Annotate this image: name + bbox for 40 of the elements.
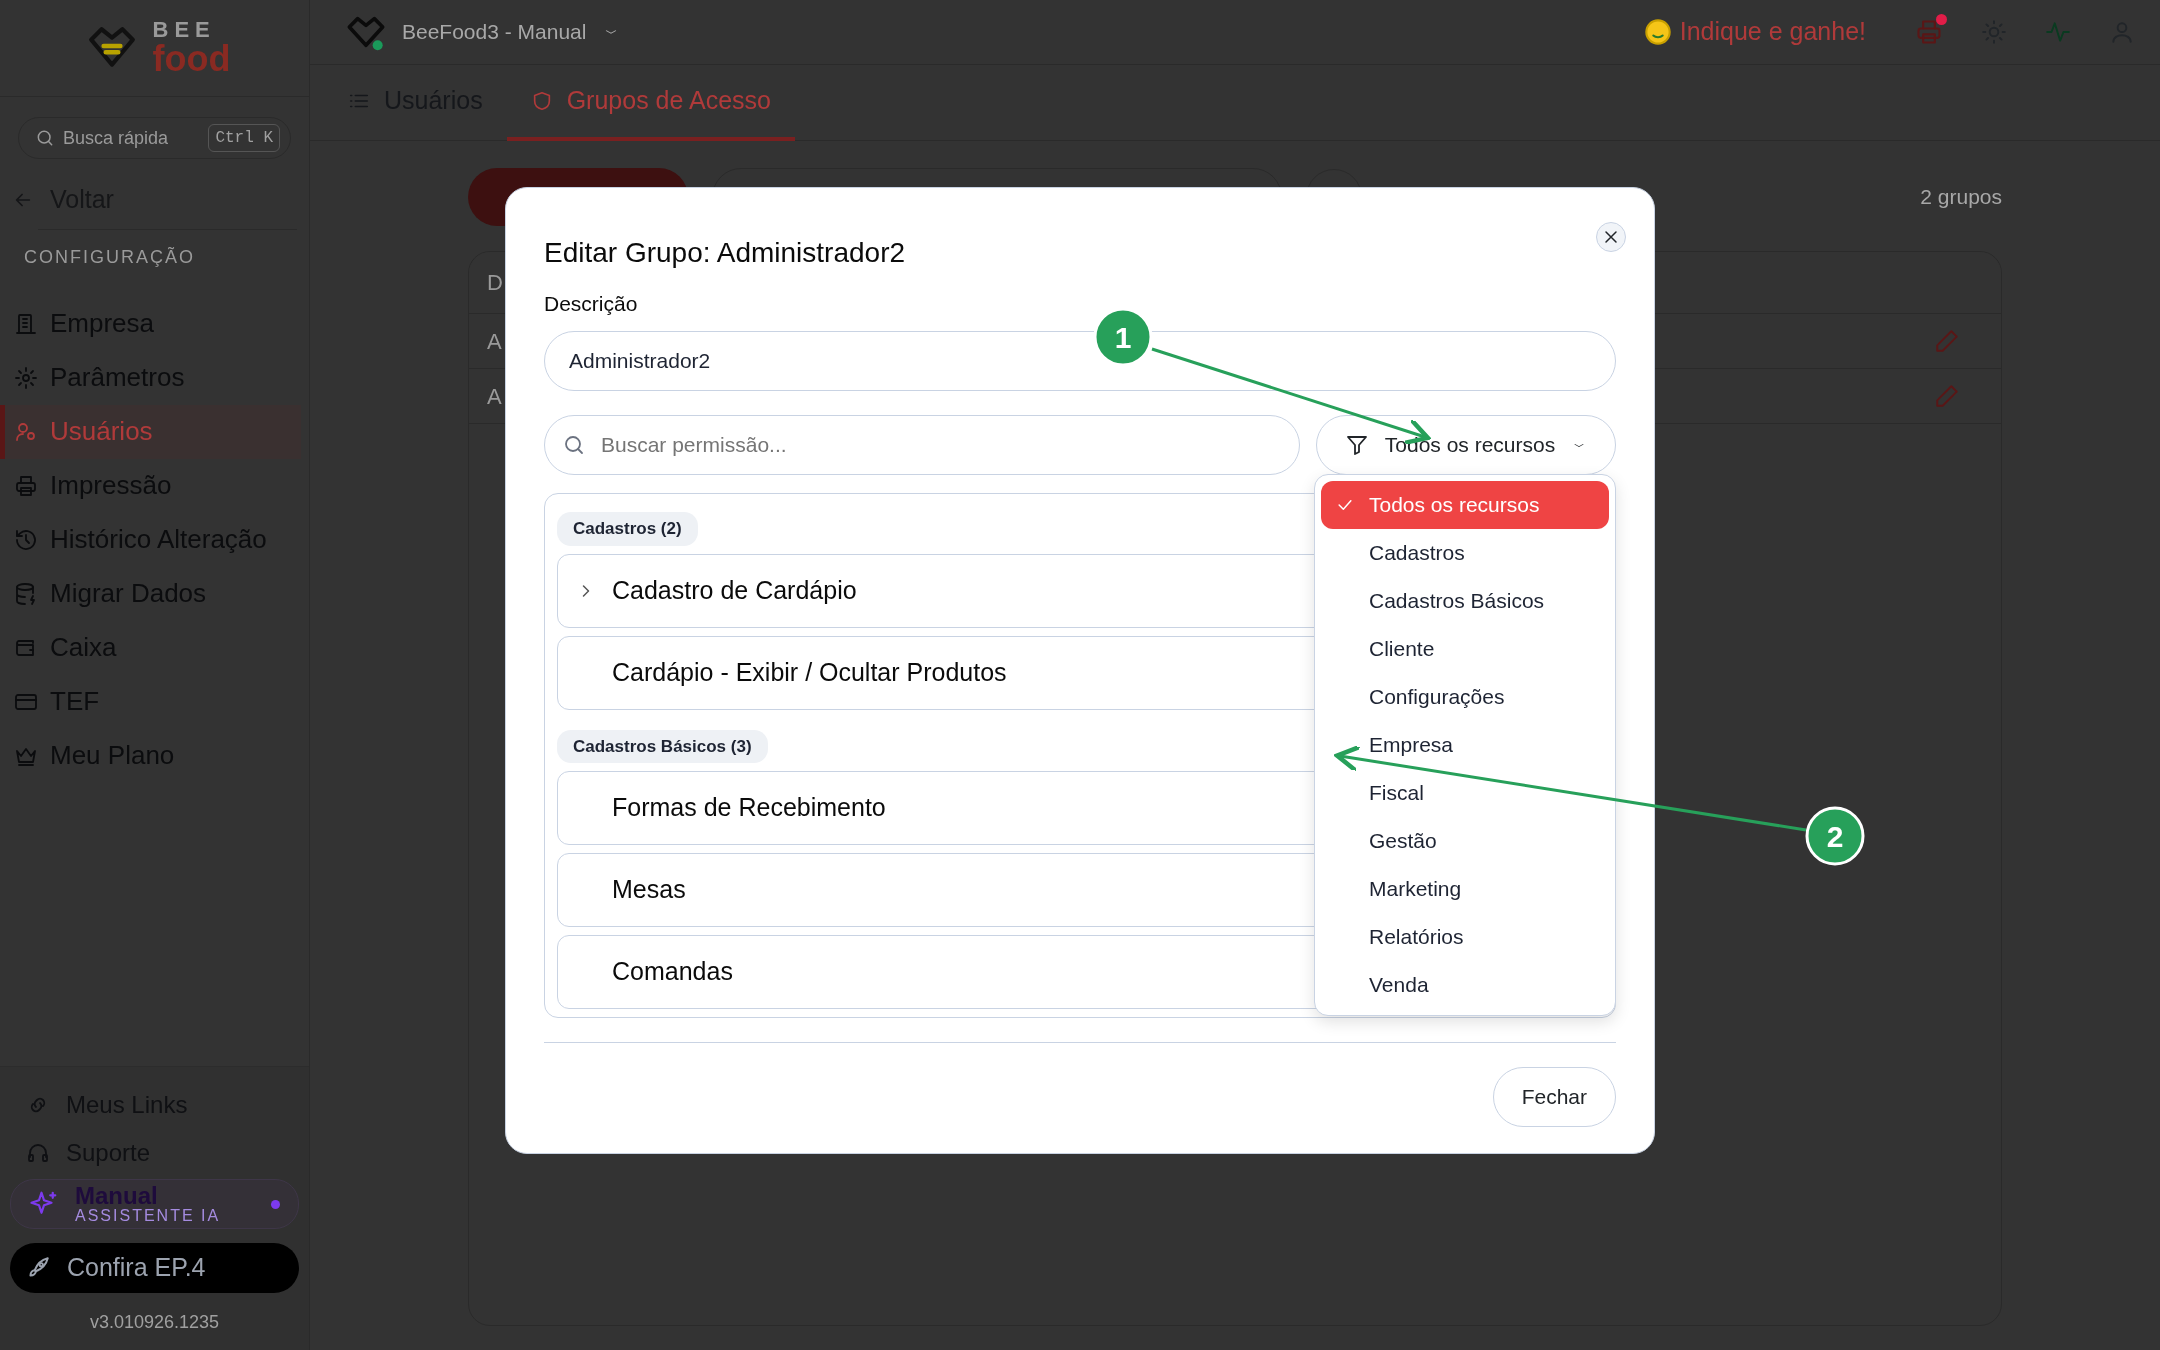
building-icon [14, 311, 38, 336]
group-tag: Cadastros Básicos (3) [557, 729, 768, 764]
status-dot [271, 1199, 280, 1209]
shortcut-key: Ctrl K [208, 124, 280, 152]
group-count: 2 grupos [1920, 184, 2002, 211]
table-cell-text: A [487, 382, 502, 411]
edit-button[interactable] [1933, 327, 1961, 355]
edit-button[interactable] [1933, 382, 1961, 410]
search-field[interactable]: Buscar permissão... [544, 415, 1300, 476]
column-header: D [487, 269, 503, 297]
field-label: Descrição [544, 290, 639, 317]
pencil-icon [1934, 383, 1960, 409]
callout-badge: 2 [1805, 806, 1865, 866]
database-icon [14, 581, 38, 606]
printer-button[interactable] [1914, 17, 1944, 47]
callout-badge: 1 [1093, 307, 1153, 367]
search-placeholder: Busca rápida [63, 126, 170, 150]
promo-button[interactable]: Confira EP.4 [10, 1243, 299, 1293]
dropdown-option[interactable]: Empresa [1321, 721, 1609, 769]
section-heading: CONFIGURAÇÃO [23, 245, 196, 269]
printer-icon [14, 473, 38, 498]
workspace-selector[interactable]: BeeFood3 - Manual [346, 12, 621, 52]
close-button[interactable] [1596, 222, 1626, 252]
search-icon [35, 128, 55, 148]
version-text: v3.010926.1235 [88, 1311, 221, 1334]
group-tag: Cadastros (2) [557, 512, 698, 546]
printer-icon [1915, 18, 1943, 46]
funnel-icon [1344, 433, 1369, 458]
assistant-subtitle: ASSISTENTE IA [75, 1208, 222, 1224]
history-icon [14, 527, 38, 552]
close-modal-button[interactable]: Fechar [1492, 1067, 1616, 1128]
pencil-icon [1934, 328, 1960, 354]
modal-title: Editar Grupo: Administrador2 [544, 236, 907, 270]
logo-text: food [152, 41, 231, 77]
dropdown-option[interactable]: Todos os recursos [1321, 481, 1609, 529]
logo-text: BEE [152, 19, 217, 41]
headset-icon [26, 1141, 50, 1165]
pulse-icon [2045, 19, 2071, 45]
smiley-icon [1643, 18, 1672, 46]
table-cell-text: A [487, 327, 502, 356]
